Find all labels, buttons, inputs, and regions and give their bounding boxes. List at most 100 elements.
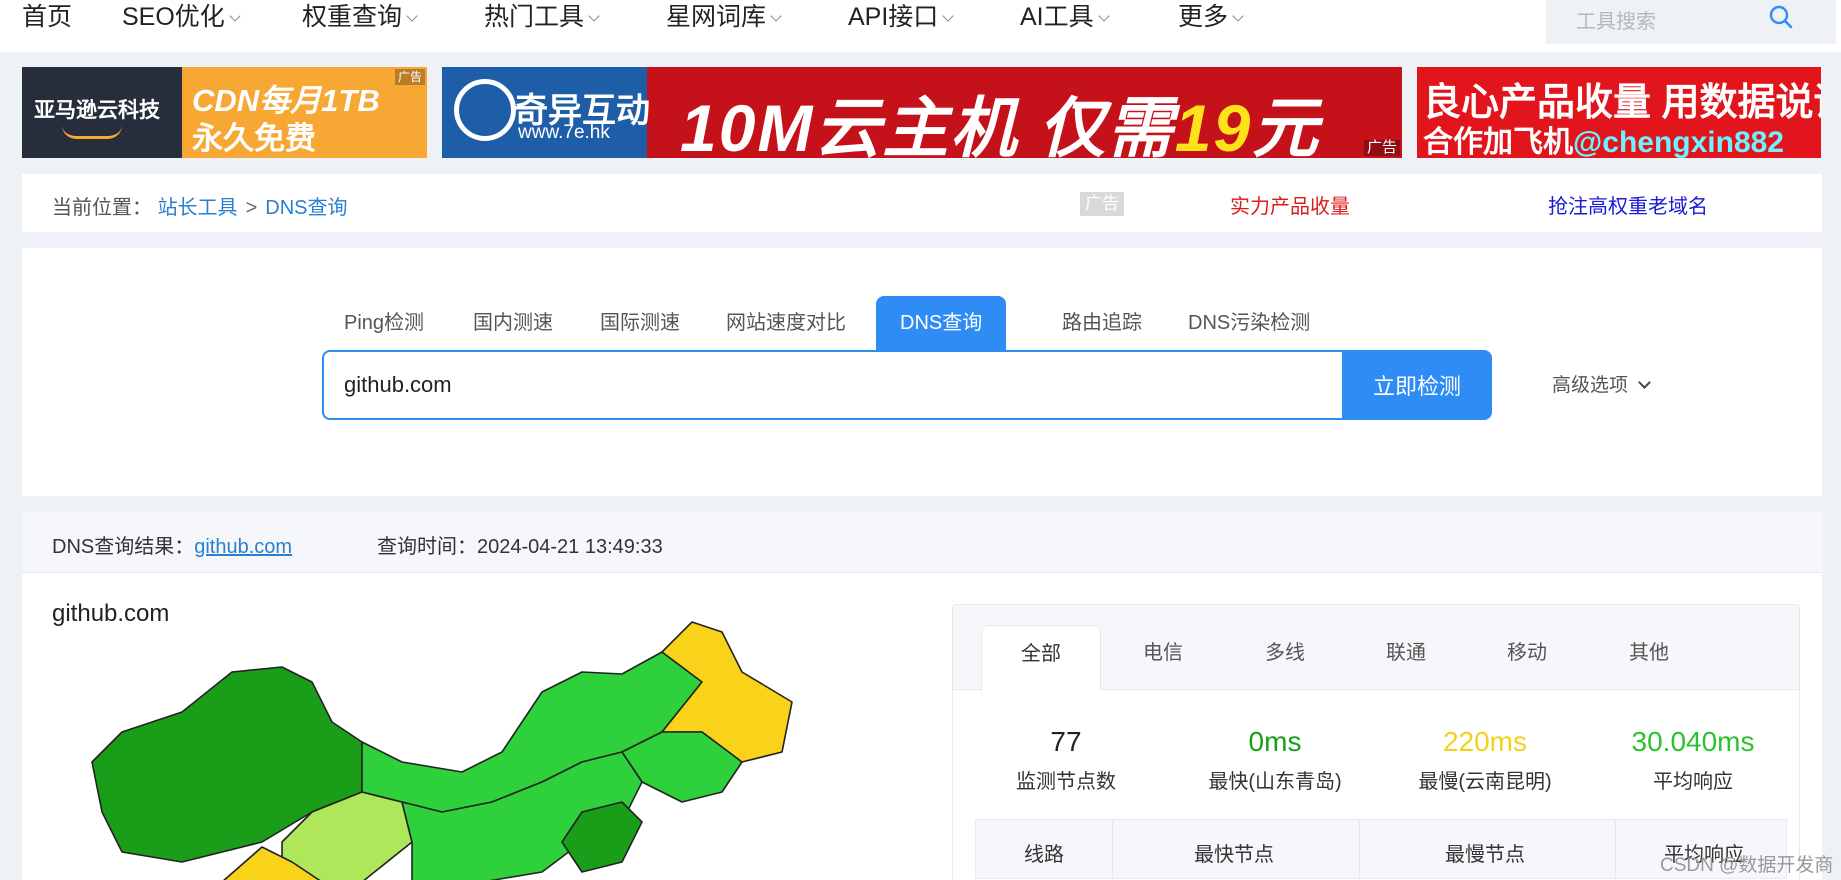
nav-home-label: 首页 (22, 3, 73, 31)
ad-banner-7e[interactable]: 奇异互动 www.7e.hk 10M云主机 仅需19元 广告 (442, 67, 1402, 158)
tool-search-input[interactable] (1546, 0, 1786, 44)
aws-logo-text: 亚马逊云科技 (34, 99, 160, 122)
nav-seo-label: SEO优化 (122, 3, 225, 31)
chevron-down-icon (1638, 376, 1651, 389)
chevron-down-icon (229, 10, 241, 22)
ad-link-domains[interactable]: 抢注高权重老域名 (1548, 190, 1708, 219)
nav-ai-label: AI工具 (1020, 3, 1094, 31)
stat-node-count-value: 77 (1050, 726, 1082, 757)
traffic-line2-prefix: 合作加飞机 (1423, 126, 1573, 158)
nav-more[interactable]: 更多 (1178, 0, 1244, 34)
stat-slowest-value: 220ms (1442, 726, 1528, 757)
traffic-line2: 合作加飞机@chengxin882 (1423, 117, 1784, 158)
stat-node-count-label: 监测节点数 (1016, 771, 1116, 793)
breadcrumb-webmaster-tools[interactable]: 站长工具 (158, 197, 238, 219)
result-label: DNS查询结果： (52, 536, 195, 558)
traffic-handle: @chengxin882 (1573, 126, 1784, 158)
nav-lexicon-label: 星网词库 (666, 3, 767, 31)
stat-average: 30.040ms 平均响应 (1593, 725, 1793, 794)
isp-tab-unicom[interactable]: 联通 (1346, 625, 1466, 691)
result-header: DNS查询结果：github.com 查询时间：2024-04-21 13:49… (22, 512, 1822, 573)
stat-node-count: 77 监测节点数 (966, 725, 1166, 794)
7e-logo-icon (454, 79, 516, 141)
tab-ping[interactable]: Ping检测 (320, 296, 448, 350)
tab-dns-query[interactable]: DNS查询 (876, 296, 1007, 350)
isp-tab-mobile[interactable]: 移动 (1467, 625, 1587, 691)
nav-more-label: 更多 (1178, 3, 1229, 31)
nav-lexicon[interactable]: 星网词库 (666, 0, 782, 34)
chevron-down-icon (770, 10, 782, 22)
advanced-options-label: 高级选项 (1552, 375, 1629, 396)
aws-line2: 永久免费 (192, 121, 316, 156)
stat-fastest-value: 0ms (1248, 726, 1302, 757)
breadcrumb-bar: 当前位置： 站长工具 > DNS查询 广告 实力产品收量 抢注高权重老域名 (22, 174, 1822, 232)
tab-dns-pollution[interactable]: DNS污染检测 (1164, 296, 1334, 350)
th-fastest: 最快节点 (1194, 844, 1274, 866)
nav-weight-label: 权重查询 (302, 3, 403, 31)
nav-home[interactable]: 首页 (22, 0, 72, 34)
stats-panel: 全部 电信 多线 联通 移动 其他 77 监测节点数 0ms 最快(山东青岛) … (952, 604, 1800, 880)
stat-slowest: 220ms 最慢(云南昆明) (1385, 725, 1585, 794)
breadcrumb-dns-query[interactable]: DNS查询 (265, 197, 347, 219)
query-time-label: 查询时间： (377, 536, 477, 558)
stat-slowest-label: 最慢(云南昆明) (1418, 771, 1552, 793)
isp-tab-other[interactable]: 其他 (1589, 625, 1709, 691)
chevron-down-icon (942, 10, 954, 22)
7e-headline: 10M云主机 仅需19元 (680, 75, 1320, 158)
chevron-down-icon (406, 10, 418, 22)
breadcrumb: 当前位置： 站长工具 > DNS查询 (52, 191, 347, 220)
stat-fastest-label: 最快(山东青岛) (1208, 771, 1342, 793)
check-now-button[interactable]: 立即检测 (1342, 350, 1492, 420)
table-divider (1112, 820, 1113, 880)
china-map[interactable] (62, 612, 842, 880)
tab-traceroute[interactable]: 路由追踪 (1038, 296, 1166, 350)
nav-seo[interactable]: SEO优化 (122, 0, 241, 34)
domain-input[interactable] (322, 350, 1364, 420)
tab-intl-speed[interactable]: 国际测速 (576, 296, 704, 350)
query-time: 查询时间：2024-04-21 13:49:33 (377, 530, 663, 559)
nav-api-label: API接口 (848, 3, 939, 31)
7e-headline-part2: 元 (1252, 91, 1321, 158)
th-line: 线路 (1024, 844, 1064, 866)
tab-domestic-speed[interactable]: 国内测速 (449, 296, 577, 350)
tab-speed-compare[interactable]: 网站速度对比 (702, 296, 870, 350)
query-time-value: 2024-04-21 13:49:33 (477, 536, 663, 558)
ad-banner-aws[interactable]: 亚马逊云科技 CDN每月1TB 永久免费 广告 (22, 67, 427, 158)
ad-link-traffic[interactable]: 实力产品收量 (1230, 190, 1350, 219)
isp-tab-telecom[interactable]: 电信 (1103, 625, 1223, 691)
7e-headline-price: 19 (1174, 91, 1253, 158)
dns-tool-card: Ping检测 国内测速 国际测速 网站速度对比 DNS查询 路由追踪 DNS污染… (22, 248, 1822, 496)
nav-hot-tools[interactable]: 热门工具 (484, 0, 600, 34)
ad-banner-traffic[interactable]: 良心产品收量 用数据说话 合作加飞机@chengxin882 (1417, 67, 1821, 158)
stat-fastest: 0ms 最快(山东青岛) (1175, 725, 1375, 794)
result-card: DNS查询结果：github.com 查询时间：2024-04-21 13:49… (22, 512, 1822, 880)
th-slowest: 最慢节点 (1445, 844, 1525, 866)
chevron-down-icon (1232, 10, 1244, 22)
aws-smile-icon (62, 125, 122, 139)
table-divider (1359, 820, 1360, 880)
chevron-down-icon (588, 10, 600, 22)
nav-api[interactable]: API接口 (848, 0, 954, 34)
isp-tab-all[interactable]: 全部 (981, 625, 1101, 691)
advanced-options[interactable]: 高级选项 (1552, 370, 1651, 397)
breadcrumb-prefix: 当前位置： (52, 197, 152, 219)
ad-tag: 广告 (394, 69, 425, 85)
stat-average-label: 平均响应 (1653, 771, 1733, 793)
search-icon[interactable] (1768, 4, 1794, 30)
ad-tag: 广告 (1363, 140, 1400, 156)
chevron-down-icon (1097, 10, 1110, 22)
stat-average-value: 30.040ms (1631, 726, 1755, 757)
table-divider (1615, 820, 1616, 880)
result-domain-link[interactable]: github.com (194, 536, 292, 558)
isp-tab-multiline[interactable]: 多线 (1225, 625, 1345, 691)
nav-weight[interactable]: 权重查询 (302, 0, 418, 34)
nav-hot-tools-label: 热门工具 (484, 3, 585, 31)
watermark: CSDN @数据开发商 (1660, 855, 1834, 876)
result-domain: DNS查询结果：github.com (52, 530, 292, 559)
7e-url: www.7e.hk (518, 122, 610, 143)
7e-headline-part1: 10M云主机 仅需 (680, 91, 1175, 158)
breadcrumb-separator: > (245, 197, 258, 219)
nav-ai[interactable]: AI工具 (1020, 0, 1110, 34)
top-nav: 首页 SEO优化 权重查询 热门工具 星网词库 API接口 AI工具 更多 (0, 0, 1841, 52)
ad-mark: 广告 (1080, 192, 1124, 216)
